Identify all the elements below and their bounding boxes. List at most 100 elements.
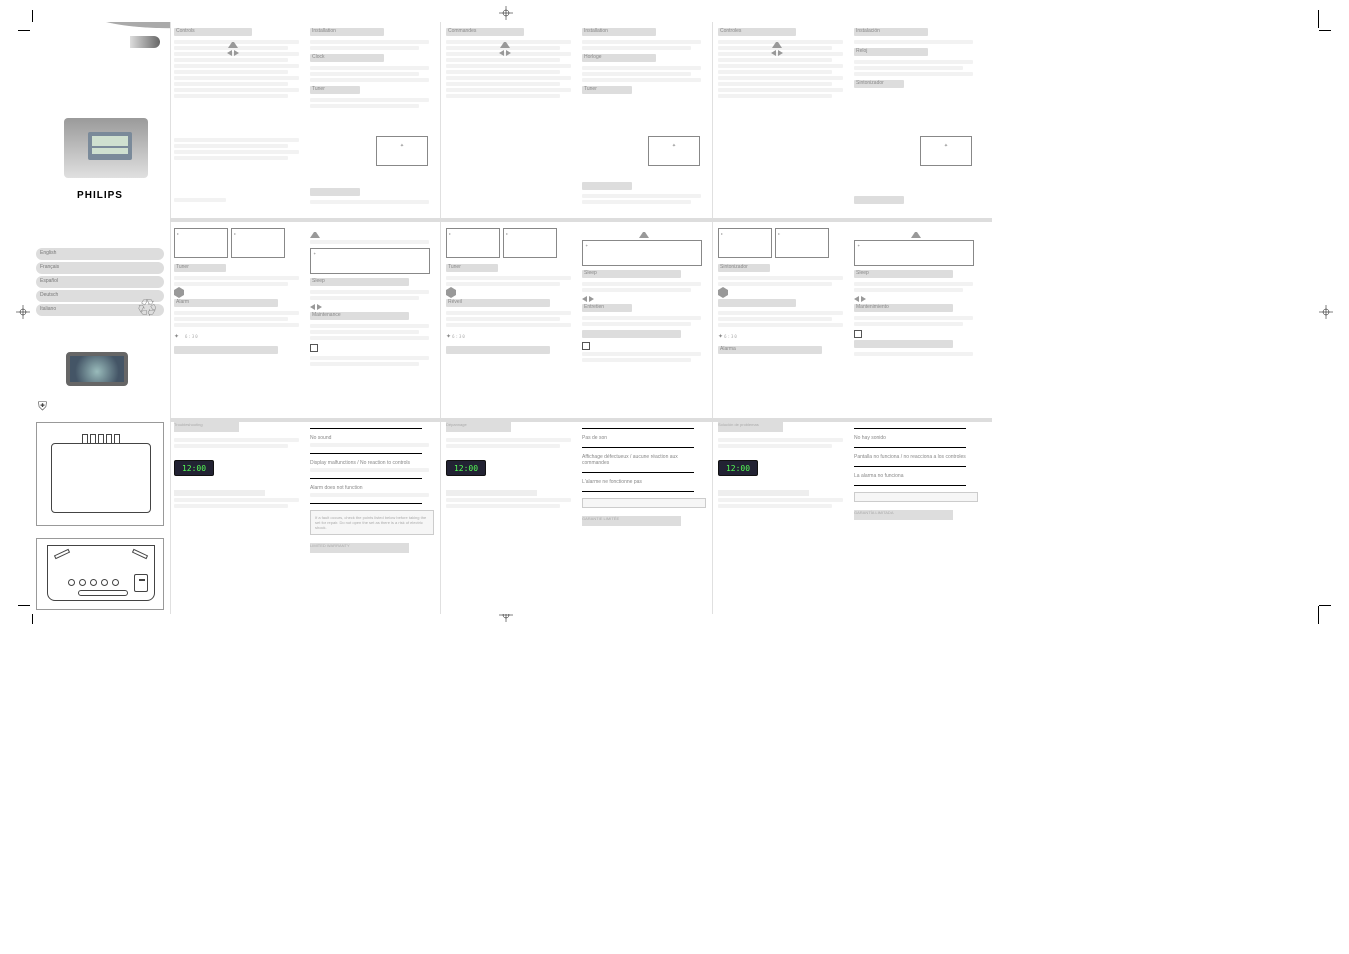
problem: Pantalla no funciona / no reacciona a lo… (854, 454, 978, 460)
heading: Mantenimiento (856, 304, 889, 310)
star-icon: ✦ (377, 143, 427, 149)
clock-value: 6:30 (724, 334, 738, 339)
heading: Reloj (856, 48, 867, 54)
right-arrow-icon (723, 287, 728, 298)
heading: Installation (584, 28, 608, 34)
heading: Sintonizador (856, 80, 884, 86)
warranty-heading: GARANTÍA LIMITADA (854, 510, 953, 520)
registration-mark-icon (499, 6, 513, 20)
cover-cell: PHILIPS (30, 22, 170, 218)
panel-en-controls: Controls Installation Clock Tuner (170, 22, 442, 218)
lcd-example: ▸ (174, 228, 228, 258)
heading: Alarm (176, 299, 189, 305)
advice-box (854, 492, 978, 502)
star-icon: ✦ (174, 333, 179, 340)
panel-es-controls: Controles Instalación Reloj Sintonizador… (714, 22, 992, 218)
up-arrow-icon (500, 38, 510, 48)
panel-fr-troubleshooting: Dépannage 12:00 Pas de son Affichage déf… (442, 418, 714, 614)
heading: Alarma (720, 346, 736, 352)
crop-mark (18, 30, 30, 31)
problem: No sound (310, 435, 434, 441)
heading: Controles (720, 28, 741, 34)
problem: Affichage défectueux / aucune réaction a… (582, 454, 706, 466)
up-arrow-icon (772, 38, 782, 48)
problem: Display malfunctions / No reaction to co… (310, 460, 434, 466)
brand-logo: PHILIPS (30, 190, 170, 201)
left-right-arrows-icon (310, 304, 434, 310)
panel-fr-alarm: ▸ ▸ Tuner Réveil ✦ 6:30 ✦ Sleep Entretie… (442, 222, 714, 418)
up-arrow-icon (911, 228, 921, 238)
heading: Sleep (584, 270, 597, 276)
lcd-example: ▸ (446, 228, 500, 258)
lcd-example: ▸ (775, 228, 829, 258)
panel-en-troubleshooting: Troubleshooting 12:00 No sound Display m… (170, 418, 442, 614)
clock-example: 12:00 (174, 460, 214, 476)
device-outline (51, 443, 151, 513)
problem: Alarm does not function (310, 485, 434, 491)
display-example: ✦ (920, 136, 972, 166)
lcd-example: ✦ (854, 240, 974, 266)
star-icon: ✦ (446, 334, 451, 340)
registration-mark-icon (16, 305, 30, 319)
heading: Maintenance (312, 312, 341, 318)
language-panels: Controls Installation Clock Tuner (170, 22, 992, 614)
sidebar: PHILIPS English Français Español Deutsch… (30, 22, 170, 614)
stop-icon (854, 330, 862, 338)
heading: Tuner (448, 264, 461, 270)
problem: La alarma no funciona (854, 473, 978, 479)
display-icon (66, 352, 128, 386)
philips-shield-icon: ⛨ (38, 399, 47, 414)
clock-example: 12:00 (446, 460, 486, 476)
language-pill: Español (36, 276, 164, 288)
heading: Commandes (448, 28, 476, 34)
star-icon: ✦ (718, 334, 723, 340)
crop-mark (1318, 10, 1319, 28)
heading: Réveil (448, 299, 462, 305)
problem: Pas de son (582, 435, 706, 441)
heading: Entretien (584, 304, 604, 310)
heading: Clock (312, 54, 325, 60)
left-right-arrows-icon (770, 50, 784, 56)
diagram-cell (30, 418, 170, 614)
heading: Sintonizador (720, 264, 748, 270)
language-pill: English (36, 248, 164, 260)
heading: Horloge (584, 54, 602, 60)
heading: Sleep (856, 270, 869, 276)
clock-value: 6:30 (185, 334, 199, 339)
lcd-example: ▸ (503, 228, 557, 258)
crop-mark (1319, 605, 1331, 606)
clock-value: 6:30 (452, 334, 466, 339)
heading: Troubleshooting (174, 422, 239, 432)
info-cell: English Français Español Deutsch Italian… (30, 218, 170, 418)
left-right-arrows-icon (854, 296, 978, 302)
display-example: ✦ (648, 136, 700, 166)
lcd-example: ✦ (310, 248, 430, 274)
lcd-example: ▸ (718, 228, 772, 258)
panel-es-alarm: ▸ ▸ Sintonizador ✦ 6:30 Alarma ✦ Sleep M… (714, 222, 992, 418)
heading: Sleep (312, 278, 325, 284)
warranty-heading: LIMITED WARRANTY (310, 543, 409, 553)
advice-box: If a fault occurs, check the points list… (310, 510, 434, 535)
heading: Dépannage (446, 422, 511, 432)
stop-icon (582, 342, 590, 350)
problem: No hay sonido (854, 435, 978, 441)
language-pill: Français (36, 262, 164, 274)
diagram-top-panel (36, 538, 164, 610)
panel-fr-controls: Commandes Installation Horloge Tuner ✦ (442, 22, 714, 218)
star-icon: ✦ (921, 143, 971, 149)
advice-box (582, 498, 706, 508)
stop-icon (310, 344, 318, 352)
left-right-arrows-icon (498, 50, 512, 56)
panel-en-alarm: ▸ ▸ Tuner Alarm ✦ 6:30 ✦ Sleep (170, 222, 442, 418)
heading: Tuner (584, 86, 597, 92)
heading: Instalación (856, 28, 880, 34)
problem: L'alarme ne fonctionne pas (582, 479, 706, 485)
star-icon: ✦ (649, 143, 699, 149)
up-arrow-icon (639, 228, 649, 238)
crop-mark (1319, 30, 1331, 31)
up-arrow-icon (228, 38, 238, 48)
crop-mark (1318, 606, 1319, 624)
registration-mark-icon (1319, 305, 1333, 319)
brand-swoop (30, 22, 170, 52)
up-arrow-icon (310, 228, 320, 238)
